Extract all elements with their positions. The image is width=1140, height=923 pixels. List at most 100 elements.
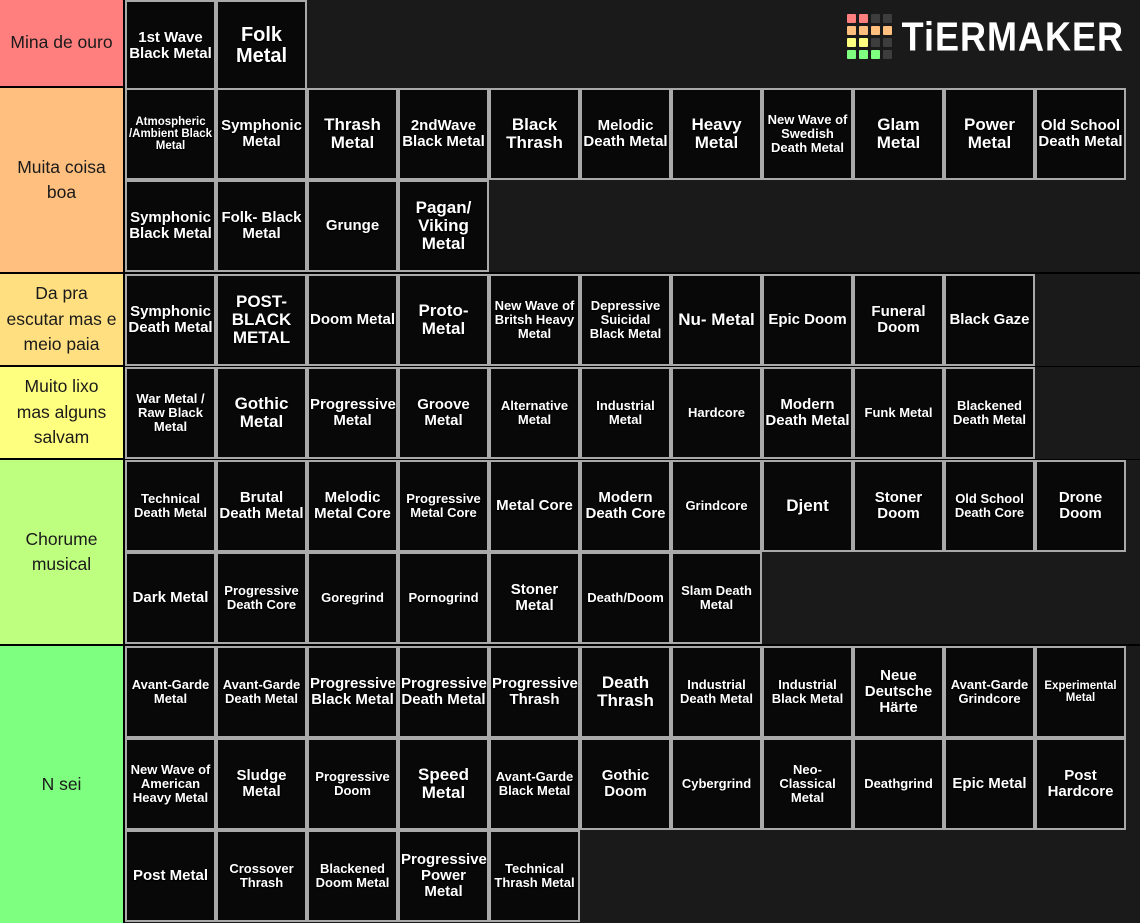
tier-item-tile[interactable]: Stoner Metal xyxy=(489,552,580,644)
tier-item-tile[interactable]: Epic Doom xyxy=(762,274,853,366)
tier-item-tile[interactable]: Progressive Death Metal xyxy=(398,646,489,738)
tier-item-tile[interactable]: Symphonic Black Metal xyxy=(125,180,216,272)
tier-item-tile[interactable]: Metal Core xyxy=(489,460,580,552)
tier-item-tile[interactable]: Experimental Metal xyxy=(1035,646,1126,738)
tier-label[interactable]: Muita coisa boa xyxy=(0,88,125,272)
tier-item-tile[interactable]: Slam Death Metal xyxy=(671,552,762,644)
tier-item-tile[interactable]: Technical Thrash Metal xyxy=(489,830,580,922)
tier-item-tile[interactable]: Death Thrash xyxy=(580,646,671,738)
tier-item-tile[interactable]: Death/Doom xyxy=(580,552,671,644)
tier-items-dropzone[interactable]: Symphonic Death Metal POST- BLACK METAL Do… xyxy=(125,274,1140,366)
tier-item-tile[interactable]: 1st Wave Black Metal xyxy=(125,0,216,92)
tier-item-tile[interactable]: Black Thrash xyxy=(489,88,580,180)
tier-items-dropzone[interactable]: Technical Death Metal Brutal Death Metal M… xyxy=(125,460,1140,644)
tier-item-tile[interactable]: 2ndWave Black Metal xyxy=(398,88,489,180)
tier-item-tile[interactable]: Industrial Death Metal xyxy=(671,646,762,738)
tier-item-tile[interactable]: Progressive Black Metal xyxy=(307,646,398,738)
tier-item-tile[interactable]: Blackened Doom Metal xyxy=(307,830,398,922)
tier-item-tile[interactable]: War Metal / Raw Black Metal xyxy=(125,367,216,459)
tier-item-label: Progressive Doom xyxy=(315,769,390,798)
tier-item-label: Funeral Doom xyxy=(871,303,926,336)
tier-items-dropzone[interactable]: 1st Wave Black Metal Folk Metal xyxy=(125,0,1140,92)
tier-item-tile[interactable]: Cybergrind xyxy=(671,738,762,830)
tier-item-tile[interactable]: Stoner Doom xyxy=(853,460,944,552)
tier-item-tile[interactable]: Thrash Metal xyxy=(307,88,398,180)
tier-item-tile[interactable]: Djent xyxy=(762,460,853,552)
tier-label[interactable]: Mina de ouro xyxy=(0,0,125,86)
tier-item-tile[interactable]: Atmospheric /Ambient Black Metal xyxy=(125,88,216,180)
tier-item-tile[interactable]: Progressive Metal xyxy=(307,367,398,459)
tier-item-tile[interactable]: Pagan/ Viking Metal xyxy=(398,180,489,272)
tier-item-label: Avant-Garde Metal xyxy=(131,677,210,706)
tier-items-dropzone[interactable]: Atmospheric /Ambient Black Metal Symphoni… xyxy=(125,88,1140,272)
tier-item-tile[interactable]: Deathgrind xyxy=(853,738,944,830)
tier-item-tile[interactable]: Neo- Classical Metal xyxy=(762,738,853,830)
tier-item-tile[interactable]: Industrial Black Metal xyxy=(762,646,853,738)
tier-item-tile[interactable]: Funk Metal xyxy=(853,367,944,459)
tier-item-label: Old School Death Core xyxy=(954,491,1025,520)
tier-item-tile[interactable]: Sludge Metal xyxy=(216,738,307,830)
tier-item-tile[interactable]: New Wave of American Heavy Metal xyxy=(125,738,216,830)
tier-items-dropzone[interactable]: Avant-Garde Metal Avant-Garde Death Metal… xyxy=(125,646,1140,923)
tier-item-tile[interactable]: Depressive Suicidal Black Metal xyxy=(580,274,671,366)
tier-item-tile[interactable]: Avant-Garde Metal xyxy=(125,646,216,738)
tier-item-tile[interactable]: Progressive Thrash xyxy=(489,646,580,738)
tier-item-tile[interactable]: Post Metal xyxy=(125,830,216,922)
tier-label[interactable]: Chorume musical xyxy=(0,460,125,644)
tier-item-tile[interactable]: New Wave of Britsh Heavy Metal xyxy=(489,274,580,366)
tier-item-tile[interactable]: Progressive Doom xyxy=(307,738,398,830)
tier-item-tile[interactable]: Brutal Death Metal xyxy=(216,460,307,552)
tier-item-tile[interactable]: Modern Death Core xyxy=(580,460,671,552)
tier-item-tile[interactable]: Avant-Garde Death Metal xyxy=(216,646,307,738)
tier-item-tile[interactable]: Old School Death Core xyxy=(944,460,1035,552)
tier-item-label: Cybergrind xyxy=(681,776,752,792)
tier-item-tile[interactable]: Neue Deutsche Härte xyxy=(853,646,944,738)
tier-item-tile[interactable]: Dark Metal xyxy=(125,552,216,644)
tier-item-tile[interactable]: POST- BLACK METAL xyxy=(216,274,307,366)
tier-item-tile[interactable]: Alternative Metal xyxy=(489,367,580,459)
tier-item-tile[interactable]: Progressive Power Metal xyxy=(398,830,489,922)
tier-item-tile[interactable]: Modern Death Metal xyxy=(762,367,853,459)
tier-item-tile[interactable]: Speed Metal xyxy=(398,738,489,830)
tier-item-tile[interactable]: Progressive Death Core xyxy=(216,552,307,644)
tier-item-tile[interactable]: Hardcore xyxy=(671,367,762,459)
tier-item-tile[interactable]: New Wave of Swedish Death Metal xyxy=(762,88,853,180)
tier-item-tile[interactable]: Gothic Metal xyxy=(216,367,307,459)
tier-item-tile[interactable]: Folk Metal xyxy=(216,0,307,92)
tier-item-tile[interactable]: Pornogrind xyxy=(398,552,489,644)
tier-item-tile[interactable]: Gothic Doom xyxy=(580,738,671,830)
tier-item-tile[interactable]: Doom Metal xyxy=(307,274,398,366)
tier-item-tile[interactable]: Avant-Garde Black Metal xyxy=(489,738,580,830)
tier-item-tile[interactable]: Technical Death Metal xyxy=(125,460,216,552)
tier-item-tile[interactable]: Melodic Metal Core xyxy=(307,460,398,552)
tier-item-tile[interactable]: Power Metal xyxy=(944,88,1035,180)
tier-item-tile[interactable]: Epic Metal xyxy=(944,738,1035,830)
tier-item-tile[interactable]: Post Hardcore xyxy=(1035,738,1126,830)
tier-item-tile[interactable]: Drone Doom xyxy=(1035,460,1126,552)
tier-item-tile[interactable]: Melodic Death Metal xyxy=(580,88,671,180)
tier-items-dropzone[interactable]: War Metal / Raw Black Metal Gothic Metal P… xyxy=(125,367,1140,459)
tier-item-tile[interactable]: Symphonic Death Metal xyxy=(125,274,216,366)
tier-item-tile[interactable]: Crossover Thrash xyxy=(216,830,307,922)
tier-item-tile[interactable]: Avant-Garde Grindcore xyxy=(944,646,1035,738)
tier-item-tile[interactable]: Grindcore xyxy=(671,460,762,552)
tier-item-tile[interactable]: Folk- Black Metal xyxy=(216,180,307,272)
tier-item-tile[interactable]: Symphonic Metal xyxy=(216,88,307,180)
tier-item-tile[interactable]: Goregrind xyxy=(307,552,398,644)
tier-item-tile[interactable]: Glam Metal xyxy=(853,88,944,180)
tier-label[interactable]: Muito lixo mas alguns salvam xyxy=(0,367,125,458)
tier-label[interactable]: N sei xyxy=(0,646,125,923)
tier-label[interactable]: Da pra escutar mas e meio paia xyxy=(0,274,125,365)
tier-item-tile[interactable]: Black Gaze xyxy=(944,274,1035,366)
tier-item-tile[interactable]: Proto- Metal xyxy=(398,274,489,366)
tier-item-tile[interactable]: Progressive Metal Core xyxy=(398,460,489,552)
tier-item-tile[interactable]: Heavy Metal xyxy=(671,88,762,180)
tier-item-tile[interactable]: Groove Metal xyxy=(398,367,489,459)
tier-item-tile[interactable]: Old School Death Metal xyxy=(1035,88,1126,180)
tier-item-tile[interactable]: Grunge xyxy=(307,180,398,272)
tier-item-label: Epic Metal xyxy=(952,775,1027,793)
tier-item-tile[interactable]: Funeral Doom xyxy=(853,274,944,366)
tier-item-tile[interactable]: Blackened Death Metal xyxy=(944,367,1035,459)
tier-item-tile[interactable]: Nu- Metal xyxy=(671,274,762,366)
tier-item-tile[interactable]: Industrial Metal xyxy=(580,367,671,459)
